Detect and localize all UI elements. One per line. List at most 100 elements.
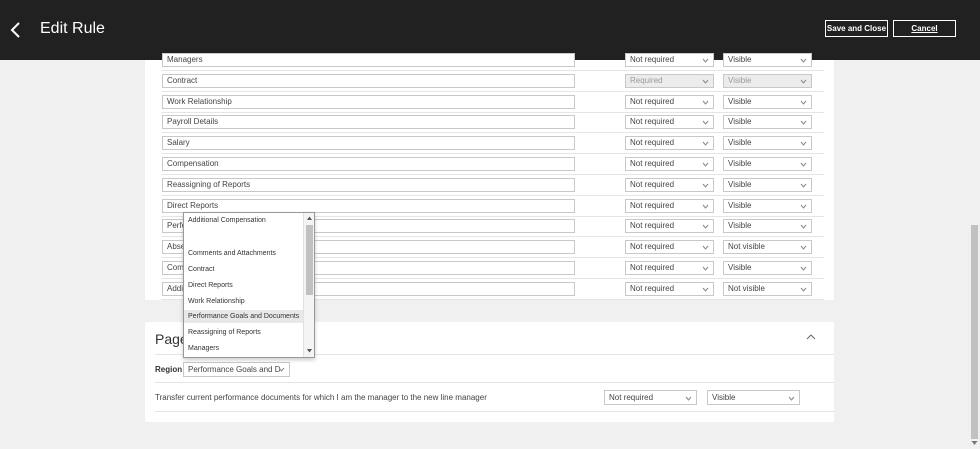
transfer-required-select[interactable]: Not required <box>604 390 697 405</box>
select-value: Visible <box>728 221 752 230</box>
chevron-up-icon[interactable] <box>806 334 816 340</box>
dropdown-option[interactable]: Additional Compensation <box>184 214 304 227</box>
chevron-down-icon <box>788 396 795 401</box>
select-value: Not required <box>630 55 675 64</box>
scroll-down-icon[interactable] <box>971 440 978 446</box>
row-divider <box>161 70 824 71</box>
visibility-select[interactable]: Visible <box>723 95 812 109</box>
chevron-down-icon <box>702 183 709 188</box>
select-value: Not required <box>630 284 675 293</box>
save-and-close-button[interactable]: Save and Close <box>825 20 888 37</box>
select-value: Not visible <box>728 242 765 251</box>
section-name-field[interactable]: Salary <box>162 136 575 150</box>
required-select[interactable]: Not required <box>625 157 714 171</box>
required-select[interactable]: Not required <box>625 219 714 233</box>
dropdown-option[interactable]: Managers <box>184 342 304 355</box>
section-name-field[interactable]: Compensation <box>162 157 575 171</box>
section-name-field[interactable]: Managers <box>162 53 575 67</box>
required-select[interactable]: Not required <box>625 53 714 67</box>
chevron-down-icon <box>800 100 807 105</box>
section-dropdown-list[interactable]: Managers Reassigning of Reports Performanc… <box>183 212 315 358</box>
visibility-select[interactable]: Visible <box>723 178 812 192</box>
visibility-select[interactable]: Visible <box>723 157 812 171</box>
dropdown-option[interactable]: Comments and Attachments <box>184 247 304 260</box>
visibility-select[interactable]: Visible <box>723 261 812 275</box>
divider <box>155 382 834 383</box>
required-select[interactable]: Not required <box>625 282 714 296</box>
visibility-select[interactable]: Visible <box>723 53 812 67</box>
transfer-text: Transfer current performance documents f… <box>155 393 487 402</box>
row-divider <box>161 174 824 175</box>
visibility-select[interactable]: Not visible <box>723 282 812 296</box>
chevron-down-icon <box>800 58 807 63</box>
row-divider <box>161 195 824 196</box>
chevron-down-icon <box>702 245 709 250</box>
section-name-field[interactable]: Payroll Details <box>162 115 575 129</box>
select-value: Visible <box>728 55 752 64</box>
required-select[interactable]: Not required <box>625 199 714 213</box>
select-value: Not visible <box>728 284 765 293</box>
chevron-down-icon <box>702 100 709 105</box>
row-divider <box>161 132 824 133</box>
required-select[interactable]: Not required <box>625 261 714 275</box>
cancel-button[interactable]: Cancel <box>893 20 956 37</box>
chevron-down-icon <box>800 162 807 167</box>
dropdown-option[interactable] <box>184 230 304 243</box>
dropdown-option[interactable]: Reassigning of Reports <box>184 326 304 339</box>
scroll-up-icon[interactable] <box>306 215 313 222</box>
required-select[interactable]: Not required <box>625 136 714 150</box>
dropdown-option[interactable]: Work Relationship <box>184 295 304 308</box>
chevron-down-icon <box>702 120 709 125</box>
select-value: Not required <box>609 393 654 402</box>
required-select[interactable]: Not required <box>625 115 714 129</box>
required-select[interactable]: Not required <box>625 95 714 109</box>
section-name-field[interactable]: Contract <box>162 74 575 88</box>
scroll-down-icon[interactable] <box>306 347 313 354</box>
dropdown-scroll-thumb[interactable] <box>306 225 313 295</box>
transfer-visibility-select[interactable]: Visible <box>707 390 800 405</box>
chevron-down-icon <box>800 183 807 188</box>
visibility-select[interactable]: Visible <box>723 219 812 233</box>
visibility-select[interactable]: Visible <box>723 136 812 150</box>
select-value: Visible <box>728 201 752 210</box>
region-select-value: Performance Goals and D <box>188 365 281 374</box>
divider <box>155 411 834 412</box>
chevron-down-icon <box>800 287 807 292</box>
region-label: Region <box>155 365 183 374</box>
section-name-field[interactable]: Reassigning of Reports <box>162 178 575 192</box>
required-select[interactable]: Not required <box>625 178 714 192</box>
page-scrollbar[interactable] <box>968 60 980 449</box>
chevron-down-icon <box>702 287 709 292</box>
chevron-down-icon <box>702 58 709 63</box>
select-value: Visible <box>728 97 752 106</box>
dropdown-option[interactable]: Performance Goals and Documents <box>184 310 304 323</box>
required-select: Required <box>625 74 714 88</box>
dropdown-option[interactable]: Contract <box>184 263 304 276</box>
visibility-select[interactable]: Visible <box>723 199 812 213</box>
chevron-down-icon <box>702 204 709 209</box>
section-name-field[interactable]: Work Relationship <box>162 95 575 109</box>
chevron-down-icon <box>800 266 807 271</box>
chevron-down-icon <box>702 224 709 229</box>
section-name-field[interactable]: Direct Reports <box>162 199 575 213</box>
required-select[interactable]: Not required <box>625 240 714 254</box>
dropdown-option[interactable]: Direct Reports <box>184 279 304 292</box>
select-value: Not required <box>630 117 675 126</box>
select-value: Required <box>630 76 663 85</box>
page-title: Edit Rule <box>40 20 105 37</box>
select-value: Visible <box>728 117 752 126</box>
select-value: Not required <box>630 180 675 189</box>
chevron-down-icon <box>800 204 807 209</box>
dropdown-scrollbar[interactable] <box>303 213 314 357</box>
chevron-left-icon[interactable] <box>10 22 22 38</box>
chevron-down-icon <box>278 367 285 372</box>
chevron-down-icon <box>800 245 807 250</box>
select-value: Not required <box>630 221 675 230</box>
page-scroll-thumb[interactable] <box>971 225 978 439</box>
chevron-down-icon <box>800 79 807 84</box>
region-select[interactable]: Performance Goals and D <box>183 362 290 377</box>
visibility-select[interactable]: Visible <box>723 115 812 129</box>
visibility-select[interactable]: Not visible <box>723 240 812 254</box>
chevron-down-icon <box>800 141 807 146</box>
row-divider <box>161 153 824 154</box>
